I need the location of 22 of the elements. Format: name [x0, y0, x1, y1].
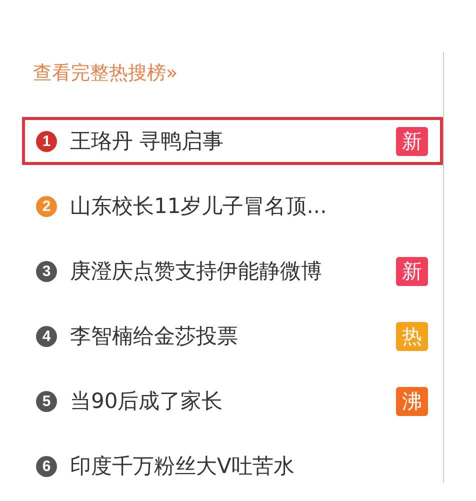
hot-search-item[interactable]: 1 王珞丹 寻鸭启事 新	[22, 117, 443, 165]
rank-badge: 4	[36, 326, 57, 346]
rank-badge: 3	[36, 260, 57, 282]
tag-badge: 沸	[396, 386, 428, 416]
rank-badge: 6	[36, 456, 57, 476]
hot-search-title: 李智楠给金莎投票	[70, 323, 239, 350]
hot-search-title: 王珞丹 寻鸭启事	[70, 128, 225, 155]
hot-search-title: 印度千万粉丝大V吐苦水	[70, 453, 296, 480]
hot-search-item[interactable]: 3 庚澄庆点赞支持伊能静微博 新	[22, 247, 443, 295]
hot-search-item[interactable]: 4 李智楠给金莎投票 热	[22, 312, 443, 360]
tag-badge: 新	[396, 126, 428, 156]
rank-badge: 2	[36, 196, 57, 216]
rank-badge: 5	[36, 390, 57, 412]
rank-badge: 1	[36, 130, 57, 152]
hot-search-item[interactable]: 6 印度千万粉丝大V吐苦水	[22, 442, 443, 490]
tag-badge: 热	[396, 322, 428, 350]
hot-search-title: 庚澄庆点赞支持伊能静微博	[70, 258, 323, 285]
hot-search-title: 当90后成了家长	[70, 388, 224, 415]
hot-search-item[interactable]: 2 山东校长11岁儿子冒名顶...	[22, 182, 443, 230]
hot-search-item[interactable]: 5 当90后成了家长 沸	[22, 377, 443, 425]
tag-badge: 新	[396, 256, 428, 286]
hot-search-title: 山东校长11岁儿子冒名顶...	[70, 193, 328, 220]
